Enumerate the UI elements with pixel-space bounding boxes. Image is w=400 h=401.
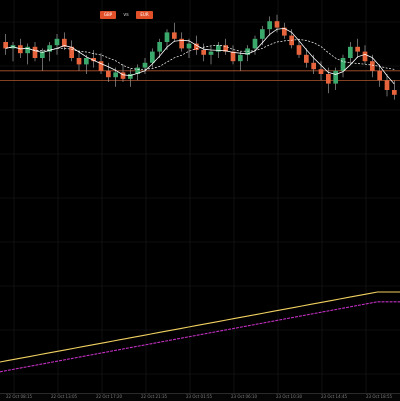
x-tick-label: 23 Oct 10:30: [276, 394, 303, 399]
x-tick-label: 23 Oct 06:10: [231, 394, 258, 399]
candle-body: [384, 80, 390, 90]
candle-body: [32, 46, 38, 58]
candle-body: [259, 29, 265, 39]
candle-body: [369, 61, 375, 71]
x-tick-label: 22 Oct 13:05: [51, 394, 78, 399]
candle-body: [142, 62, 148, 68]
candle-body: [303, 54, 309, 63]
indicator-line-1: [0, 291, 400, 363]
candle-body: [186, 43, 192, 49]
price-chart[interactable]: [0, 0, 400, 400]
symbol-separator: vs: [123, 12, 129, 18]
candle-body: [391, 90, 397, 95]
candle-body: [76, 58, 82, 65]
candle-body: [171, 32, 177, 39]
candle-body: [230, 51, 236, 62]
candle-body: [347, 46, 353, 58]
candle-body: [252, 38, 258, 49]
candle-body: [157, 42, 163, 52]
x-tick-label: 22 Oct 21:35: [141, 394, 168, 399]
candle-body: [362, 51, 368, 62]
candle-body: [54, 38, 60, 46]
candle-body: [340, 58, 346, 71]
x-tick-label: 23 Oct 18:55: [366, 394, 393, 399]
candle-body: [296, 45, 302, 55]
x-tick-label: 23 Oct 01:55: [186, 394, 213, 399]
candle-body: [83, 58, 89, 65]
symbol-badge-left[interactable]: GBP: [100, 11, 116, 19]
candle-body: [208, 51, 214, 55]
candle-body: [113, 72, 119, 78]
symbol-badge-right[interactable]: EUR: [136, 11, 153, 19]
candle-body: [3, 42, 9, 49]
candle-body: [333, 70, 339, 84]
x-tick-label: 22 Oct 08:15: [6, 394, 33, 399]
candle-body: [149, 51, 155, 63]
candle-body: [164, 32, 170, 42]
candle-body: [25, 46, 31, 54]
candle-body: [355, 46, 361, 52]
candle-body: [274, 21, 280, 28]
candle-body: [105, 70, 111, 78]
x-tick-label: 22 Oct 17:20: [96, 394, 123, 399]
indicator-line-2: [0, 301, 400, 373]
candle-body: [237, 54, 243, 62]
candle-body: [311, 62, 317, 70]
candle-body: [267, 21, 273, 30]
x-tick-label: 23 Oct 14:45: [321, 394, 348, 399]
candle-body: [318, 69, 324, 74]
candle-body: [325, 74, 331, 84]
candle-body: [377, 70, 383, 81]
candle-body: [201, 50, 207, 55]
